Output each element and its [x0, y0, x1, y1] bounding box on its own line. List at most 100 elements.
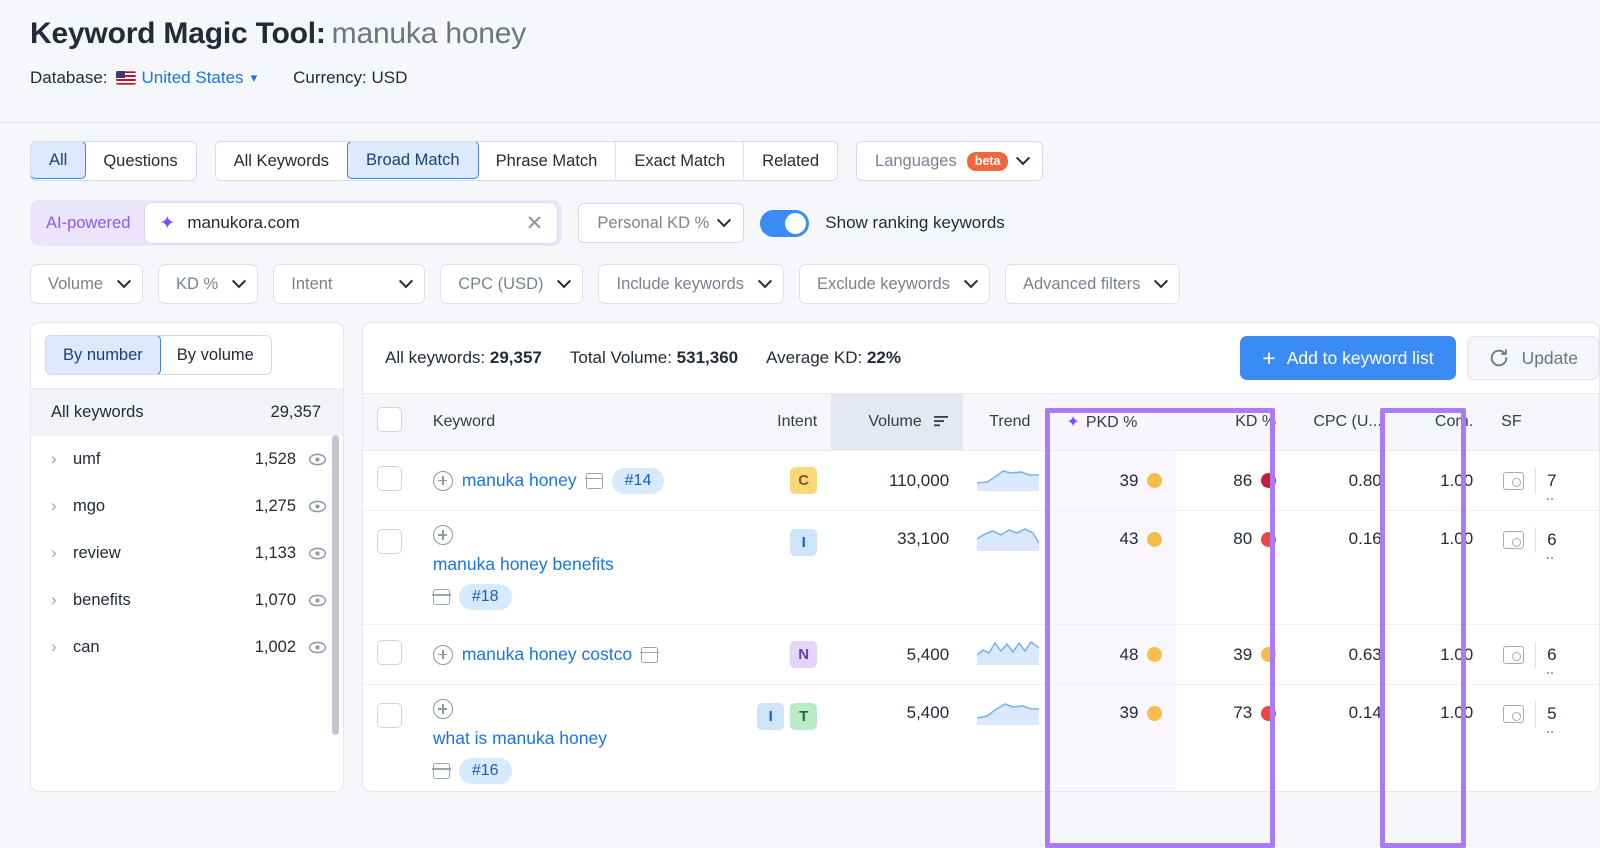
filter-kd[interactable]: KD %	[158, 264, 259, 304]
eye-icon[interactable]	[308, 638, 327, 657]
filter-volume[interactable]: Volume	[30, 264, 144, 304]
row-trend-cell	[963, 684, 1045, 791]
update-button[interactable]: Update	[1466, 336, 1599, 380]
intent-badge-informational[interactable]: I	[757, 703, 785, 730]
table-row[interactable]: manuka honey costco N 5,400 48 39 0.63 1…	[363, 624, 1599, 685]
col-trend[interactable]: Trend	[963, 393, 1045, 451]
row-checkbox[interactable]	[377, 465, 402, 491]
serp-features-icon[interactable]	[1503, 471, 1525, 490]
serp-analysis-icon[interactable]	[584, 472, 604, 489]
filter-intent[interactable]: Intent	[273, 264, 426, 304]
filter-label: Exclude keywords	[816, 274, 950, 293]
keywords-table-card: All keywords: 29,357 Total Volume: 531,3…	[362, 322, 1600, 792]
col-volume[interactable]: Volume	[831, 393, 964, 451]
domain-input[interactable]: ✦ manukora.com ✕	[144, 202, 559, 244]
col-sf[interactable]: SF	[1487, 393, 1599, 451]
keyword-link[interactable]: manuka honey benefits	[433, 554, 614, 575]
col-intent[interactable]: Intent	[733, 393, 832, 451]
select-all-checkbox[interactable]	[377, 407, 402, 432]
table-row[interactable]: what is manuka honey #16 I T 5,400 39 73…	[363, 684, 1599, 791]
col-keyword[interactable]: Keyword	[418, 393, 734, 451]
serp-features-icon[interactable]	[1503, 705, 1525, 723]
stat-total-volume: Total Volume: 531,360	[570, 348, 738, 368]
intent-badge-navigational[interactable]: N	[790, 641, 818, 668]
add-keyword-icon[interactable]	[432, 470, 453, 491]
serp-features-icon[interactable]	[1503, 531, 1525, 549]
sidebar-item-can[interactable]: › can 1,002	[31, 624, 343, 671]
col-com[interactable]: Com.	[1395, 393, 1488, 451]
serp-analysis-icon[interactable]	[432, 589, 451, 605]
sidebar-item-benefits[interactable]: › benefits 1,070	[31, 577, 343, 624]
row-checkbox-cell	[363, 624, 419, 685]
sidebar-item-mgo[interactable]: › mgo 1,275	[31, 483, 343, 530]
eye-icon[interactable]	[308, 497, 327, 516]
database-selector[interactable]: United States	[142, 68, 244, 88]
table-row[interactable]: manuka honey #14 C 110,000 39 86 0.80 1.…	[363, 450, 1599, 511]
row-checkbox[interactable]	[377, 639, 402, 665]
tab-all-keywords[interactable]: All Keywords	[215, 142, 349, 180]
personal-kd-dropdown[interactable]: Personal KD %	[578, 203, 745, 243]
stat-value: 29,357	[489, 348, 542, 367]
filter-advanced[interactable]: Advanced filters	[1004, 264, 1181, 304]
col-cpc[interactable]: CPC (U...	[1290, 393, 1396, 451]
kd-value: 73	[1233, 703, 1253, 722]
serp-features-icon[interactable]	[1503, 645, 1525, 664]
filter-include-keywords[interactable]: Include keywords	[598, 264, 784, 304]
row-com-cell: 1.00	[1395, 450, 1488, 511]
keyword-link[interactable]: manuka honey	[462, 470, 577, 491]
chevron-right-icon[interactable]: ›	[51, 543, 73, 563]
row-volume-cell: 5,400	[831, 624, 964, 685]
eye-icon[interactable]	[308, 591, 327, 610]
eye-icon[interactable]	[308, 450, 327, 469]
tab-questions[interactable]: Questions	[85, 142, 196, 180]
sidebar-item-review[interactable]: › review 1,133	[31, 530, 343, 577]
chevron-down-icon	[963, 274, 979, 289]
intent-badge-commercial[interactable]: C	[790, 467, 818, 494]
tab-all[interactable]: All	[30, 142, 87, 179]
filter-cpc[interactable]: CPC (USD)	[440, 264, 584, 304]
sidebar-item-all-keywords[interactable]: All keywords 29,357	[31, 388, 343, 436]
pkd-status-dot	[1147, 531, 1163, 547]
sidebar-scrollbar[interactable]	[332, 435, 339, 735]
stat-label: All keywords:	[385, 348, 486, 367]
keyword-link[interactable]: what is manuka honey	[433, 728, 607, 749]
tab-broad-match[interactable]: Broad Match	[347, 142, 479, 179]
eye-icon[interactable]	[308, 544, 327, 563]
add-to-keyword-list-button[interactable]: + Add to keyword list	[1240, 336, 1456, 380]
clear-icon[interactable]: ✕	[526, 213, 544, 234]
table-row[interactable]: manuka honey benefits #18 I 33,100 43 80…	[363, 510, 1599, 625]
row-checkbox-cell	[363, 684, 419, 791]
show-ranking-keywords-toggle[interactable]	[760, 209, 810, 237]
chevron-right-icon[interactable]: ›	[51, 449, 73, 469]
add-keyword-icon[interactable]	[432, 525, 453, 545]
row-checkbox[interactable]	[377, 703, 402, 728]
tab-phrase-match[interactable]: Phrase Match	[477, 142, 617, 180]
chevron-right-icon[interactable]: ›	[51, 496, 73, 516]
chevron-down-icon[interactable]: ▾	[251, 70, 258, 86]
keyword-link[interactable]: manuka honey costco	[462, 644, 632, 665]
filter-exclude-keywords[interactable]: Exclude keywords	[798, 264, 990, 304]
col-kd[interactable]: KD %	[1176, 393, 1291, 451]
sidebar-tab-by-volume[interactable]: By volume	[160, 336, 271, 374]
tab-exact-match[interactable]: Exact Match	[616, 142, 745, 180]
intent-badge-transactional[interactable]: T	[790, 703, 818, 730]
col-pkd[interactable]: ✦ PKD %	[1044, 393, 1177, 451]
serp-analysis-icon[interactable]	[432, 763, 451, 779]
pkd-value: 43	[1119, 529, 1139, 548]
filter-label: Volume	[48, 274, 104, 293]
add-keyword-icon[interactable]	[432, 699, 453, 719]
add-keyword-icon[interactable]	[432, 644, 453, 665]
chevron-right-icon[interactable]: ›	[51, 637, 73, 657]
languages-dropdown[interactable]: Languages beta	[856, 141, 1044, 181]
serp-analysis-icon[interactable]	[640, 646, 659, 663]
row-cpc-cell: 0.16	[1290, 510, 1396, 625]
sidebar-tab-by-number[interactable]: By number	[45, 336, 161, 374]
intent-badge-informational[interactable]: I	[790, 529, 818, 556]
tab-related[interactable]: Related	[744, 142, 838, 180]
sidebar-item-umf[interactable]: › umf 1,528	[31, 436, 343, 483]
row-cpc-cell: 0.63	[1290, 624, 1396, 685]
row-checkbox[interactable]	[377, 529, 402, 554]
stat-value: 531,360	[676, 348, 739, 367]
chevron-right-icon[interactable]: ›	[51, 590, 73, 610]
row-keyword-cell: what is manuka honey #16	[418, 684, 734, 791]
